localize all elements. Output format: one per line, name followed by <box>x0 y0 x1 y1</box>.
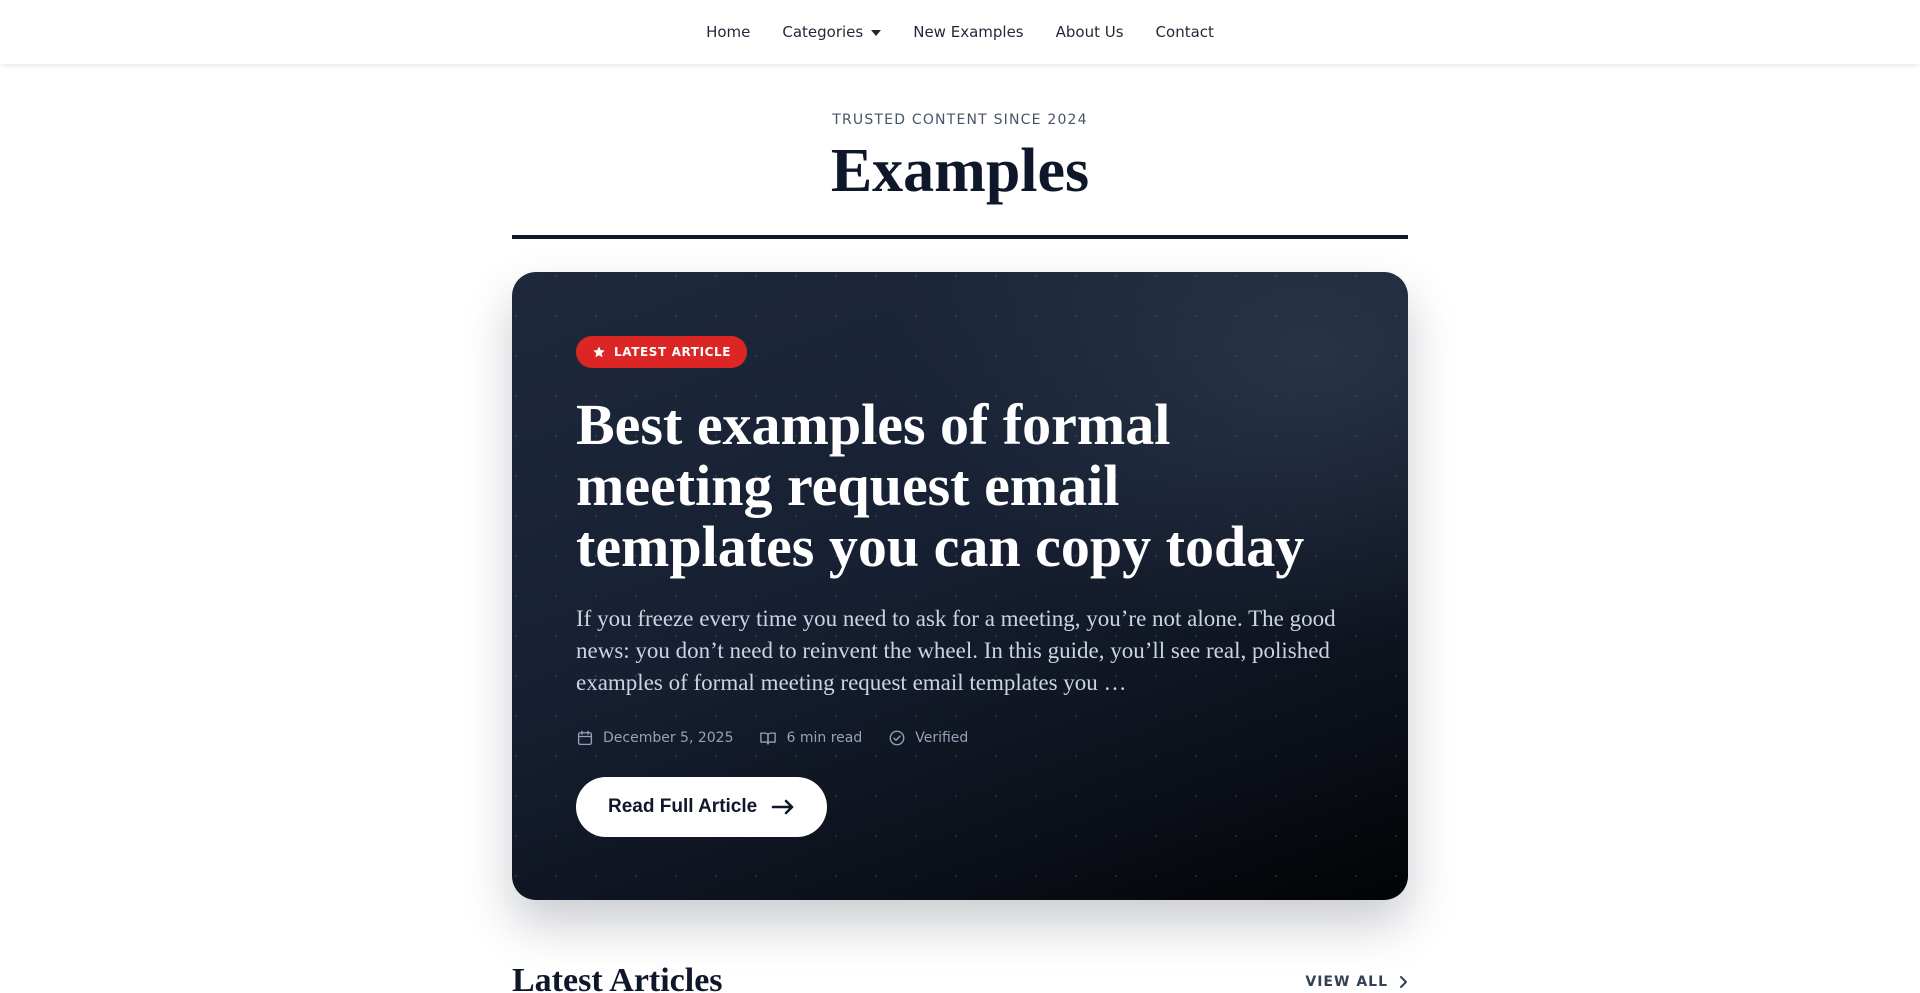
meta-read-time: 6 min read <box>759 729 862 747</box>
nav-link-about-us[interactable]: About Us <box>1040 15 1140 49</box>
featured-content: LATEST ARTICLE Best examples of formal m… <box>576 336 1344 837</box>
meta-read-time-text: 6 min read <box>786 730 863 746</box>
nav-label: Home <box>706 23 751 41</box>
nav-link-home[interactable]: Home <box>690 15 766 49</box>
nav-label: About Us <box>1055 23 1124 41</box>
nav-link-categories[interactable]: Categories <box>766 15 897 49</box>
top-navigation: Home Categories New Examples About Us Co… <box>0 0 1920 64</box>
meta-date: December 5, 2025 <box>576 729 733 747</box>
read-button-label: Read Full Article <box>608 796 758 817</box>
header-eyebrow: TRUSTED CONTENT SINCE 2024 <box>832 112 1088 128</box>
calendar-icon <box>577 730 593 746</box>
check-circle-icon <box>889 730 905 746</box>
page-title: Examples <box>830 137 1090 205</box>
nav-link-new-examples[interactable]: New Examples <box>897 15 1039 49</box>
star-icon <box>593 346 605 358</box>
featured-article-excerpt: If you freeze every time you need to ask… <box>576 606 1336 695</box>
nav-item-new-examples: New Examples <box>897 15 1039 49</box>
meta-verified: Verified <box>888 729 968 747</box>
caret-down-icon <box>871 30 882 36</box>
nav-item-contact: Contact <box>1140 15 1230 49</box>
nav-label: New Examples <box>913 23 1024 41</box>
featured-article-card: LATEST ARTICLE Best examples of formal m… <box>512 272 1408 900</box>
arrow-right-icon <box>771 799 794 815</box>
nav-item-home: Home <box>690 15 766 49</box>
read-full-article-button[interactable]: Read Full Article <box>576 777 828 837</box>
nav-link-contact[interactable]: Contact <box>1140 15 1230 49</box>
title-divider <box>512 235 1408 239</box>
meta-verified-text: Verified <box>915 730 969 746</box>
book-open-icon <box>760 732 777 745</box>
chevron-right-icon <box>1400 976 1407 988</box>
article-meta: December 5, 2025 6 min read Verified <box>576 729 1344 747</box>
latest-articles-heading: Latest Articles <box>512 962 723 993</box>
badge-label: LATEST ARTICLE <box>614 345 732 359</box>
nav-label: Contact <box>1155 23 1214 41</box>
view-all-link[interactable]: VIEW ALL <box>1305 974 1408 990</box>
latest-article-badge: LATEST ARTICLE <box>576 336 748 368</box>
nav-item-categories: Categories <box>766 15 897 49</box>
meta-date-text: December 5, 2025 <box>603 730 734 746</box>
nav-label: Categories <box>782 23 864 41</box>
nav-item-about-us: About Us <box>1040 15 1140 49</box>
view-all-label: VIEW ALL <box>1305 974 1388 990</box>
nav-list: Home Categories New Examples About Us Co… <box>690 15 1230 49</box>
featured-article-title[interactable]: Best examples of formal meeting request … <box>576 394 1344 577</box>
page-header: TRUSTED CONTENT SINCE 2024 Examples <box>512 112 1408 202</box>
